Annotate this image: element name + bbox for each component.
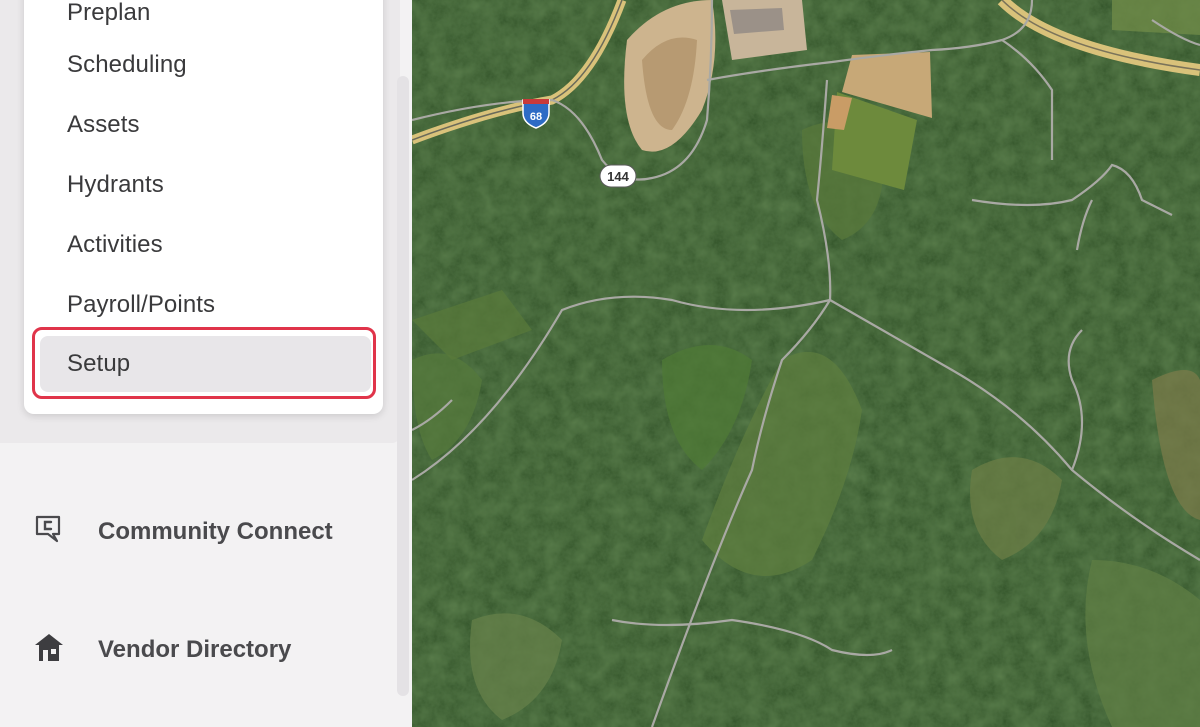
nav-item-vendor-directory[interactable]: Vendor Directory <box>0 615 400 685</box>
menu-item-label: Activities <box>67 231 163 258</box>
menu-item-label: Hydrants <box>67 171 164 198</box>
sidebar-scrollbar[interactable] <box>397 76 409 696</box>
nav-item-community-connect[interactable]: Community Connect <box>0 497 400 567</box>
menu-item-label: Assets <box>67 111 140 138</box>
menu-item-activities[interactable]: Activities <box>24 215 383 275</box>
interstate-shield-label: 68 <box>530 111 542 123</box>
sidebar: Preplan Scheduling Assets Hydrants Activ… <box>0 0 412 727</box>
menu-item-payroll-points[interactable]: Payroll/Points <box>24 275 383 335</box>
route-shield-label: 144 <box>607 169 629 184</box>
house-icon <box>33 631 65 663</box>
menu-item-label: Preplan <box>67 0 151 26</box>
menu-item-label: Scheduling <box>67 51 187 78</box>
route-144-shield: 144 <box>599 164 637 188</box>
community-connect-icon <box>33 513 65 545</box>
setup-highlight-outline <box>32 327 376 399</box>
menu-item-hydrants[interactable]: Hydrants <box>24 155 383 215</box>
nav-item-label: Community Connect <box>98 518 333 545</box>
map-imagery: 68 144 <box>412 0 1200 727</box>
satellite-map[interactable]: 68 144 <box>412 0 1200 727</box>
menu-item-assets[interactable]: Assets <box>24 95 383 155</box>
menu-item-scheduling[interactable]: Scheduling <box>24 35 383 95</box>
menu-item-label: Payroll/Points <box>67 291 216 318</box>
nav-item-label: Vendor Directory <box>98 636 292 663</box>
